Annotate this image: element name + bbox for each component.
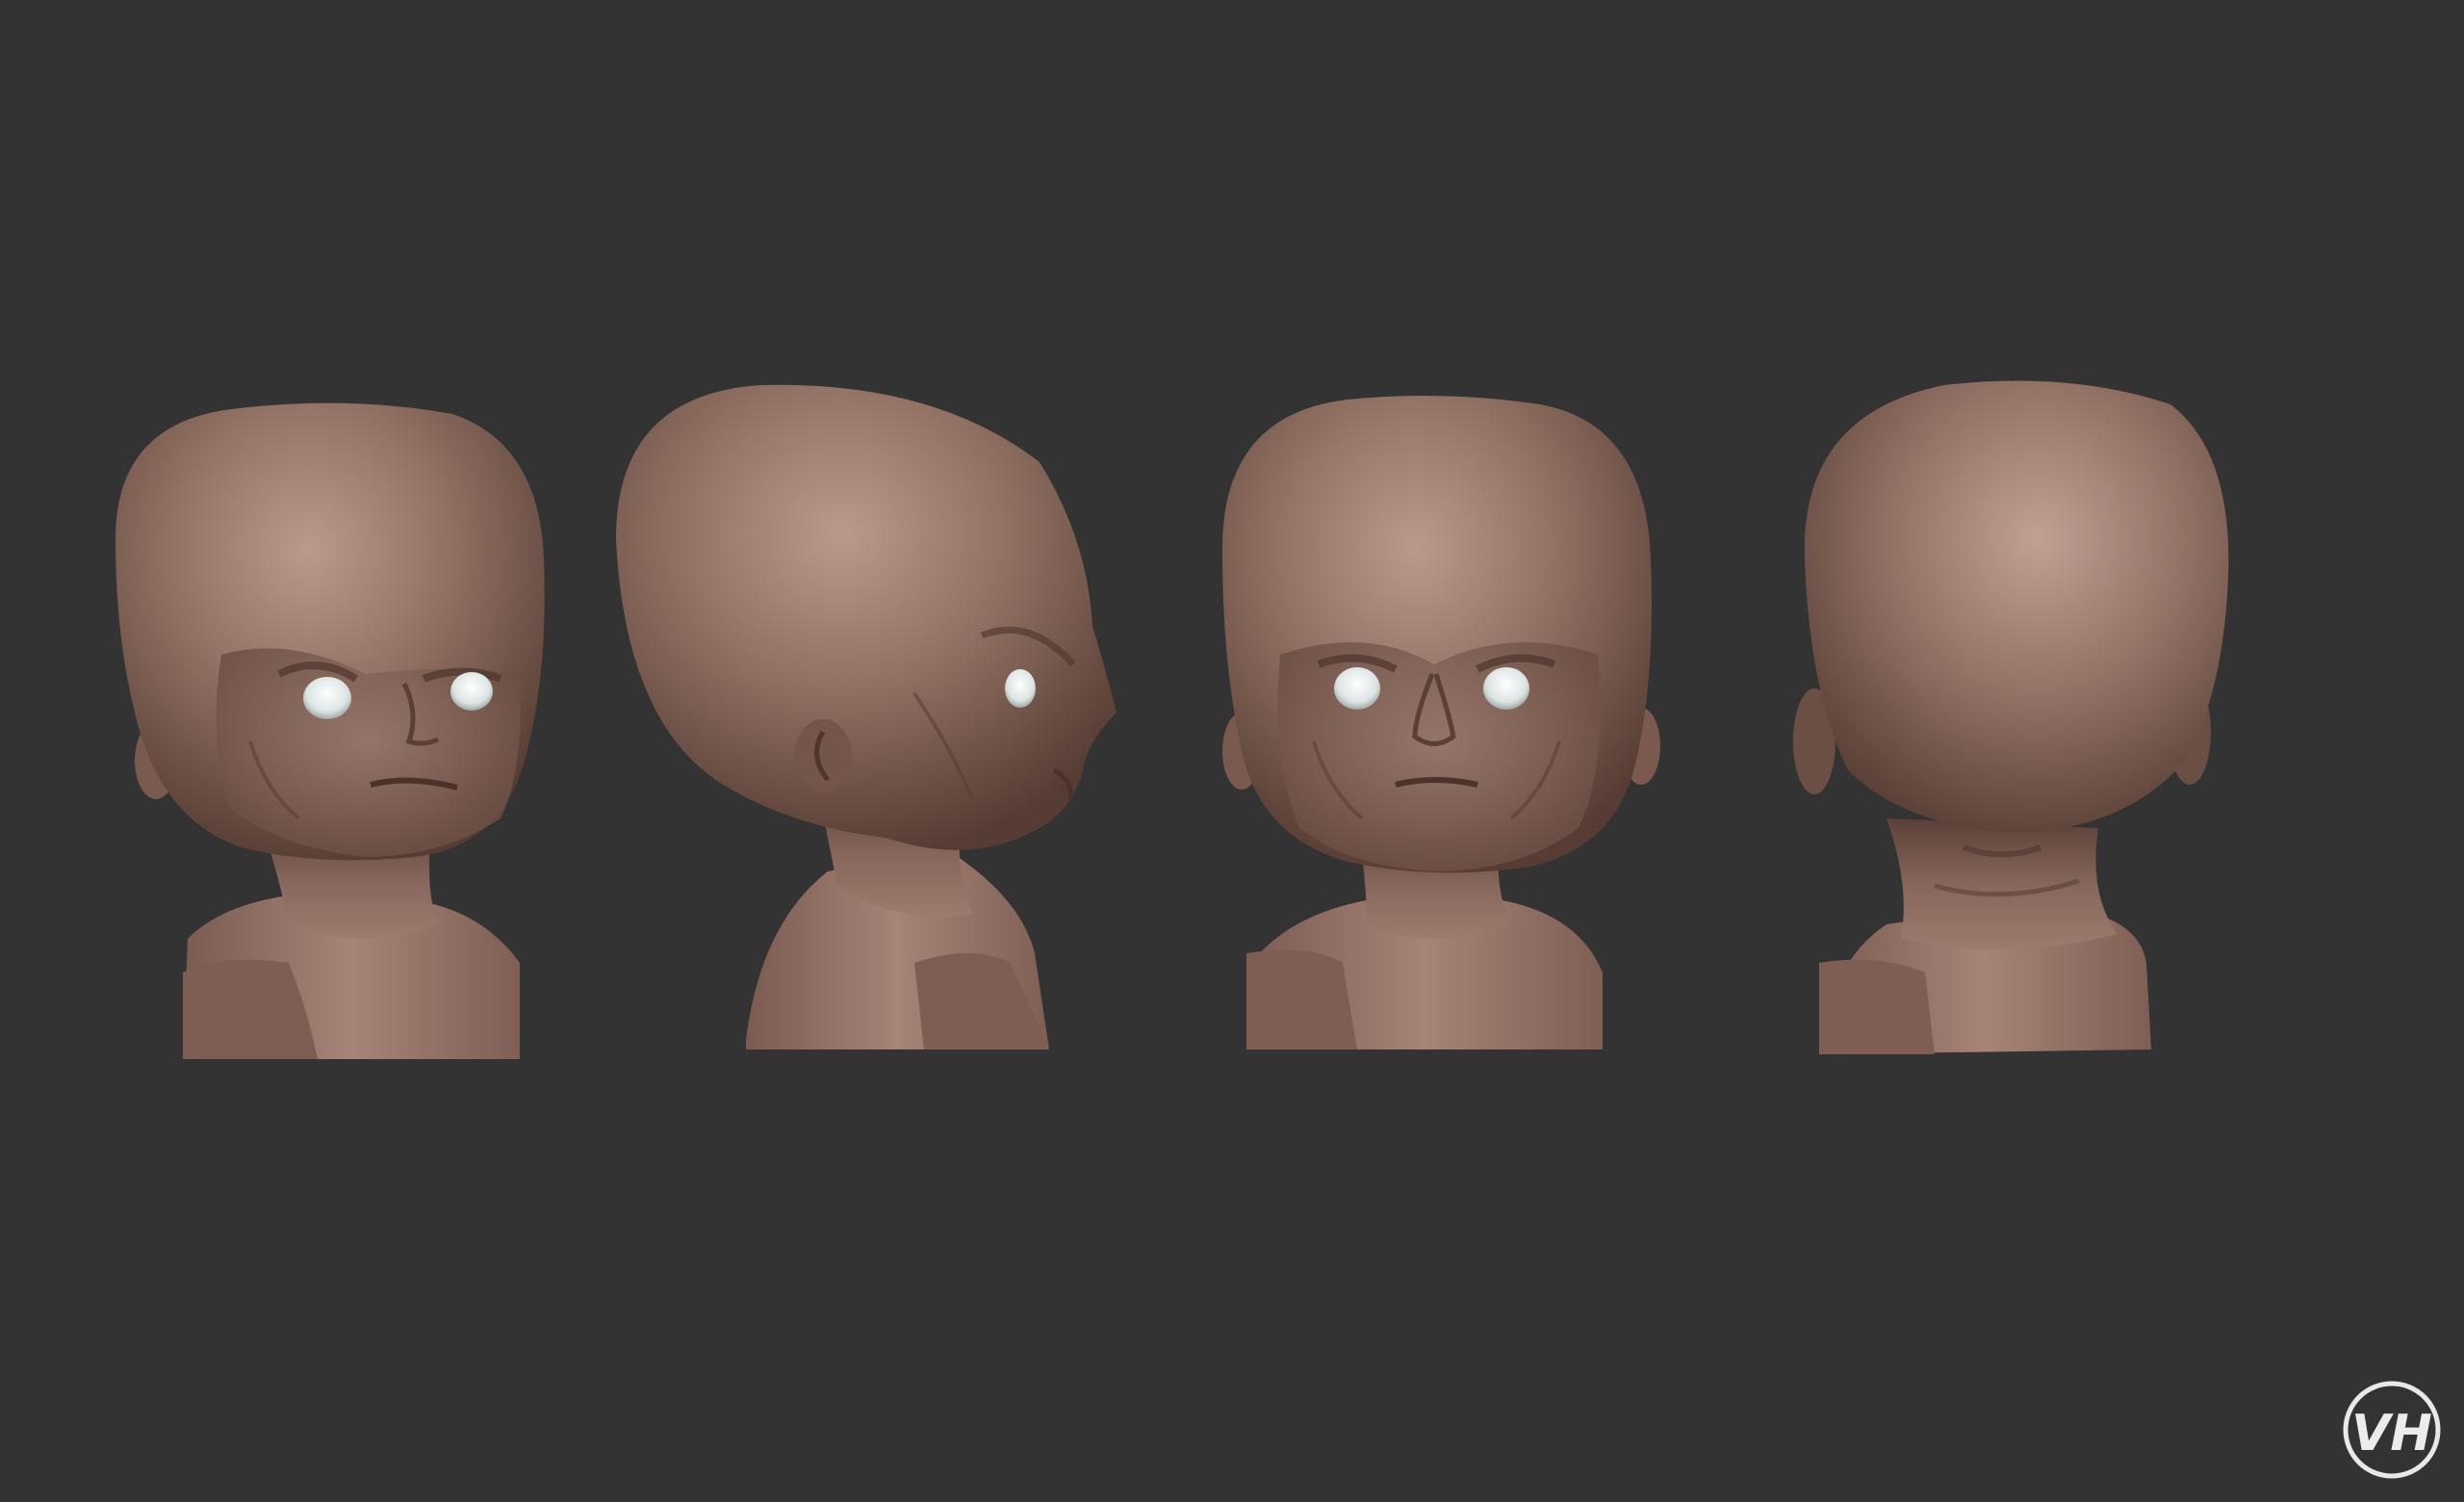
turnaround-scene: VH — [116, 380, 2441, 1479]
head-view-three-quarter — [116, 402, 545, 1059]
eye-shape — [1483, 667, 1529, 710]
head-view-back — [1793, 380, 2229, 1054]
watermark-text: VH — [2351, 1405, 2432, 1463]
eye-shape — [450, 672, 493, 711]
head-view-front — [1222, 396, 1660, 1049]
eye-shape — [1334, 667, 1380, 710]
sculpt-turnaround-canvas: VH — [0, 0, 2464, 1502]
ear-shape — [794, 719, 852, 792]
eye-shape — [303, 677, 351, 719]
head-view-side — [616, 384, 1116, 1049]
vh-logo-icon: VH — [2343, 1381, 2441, 1479]
eye-shape — [1005, 669, 1036, 708]
